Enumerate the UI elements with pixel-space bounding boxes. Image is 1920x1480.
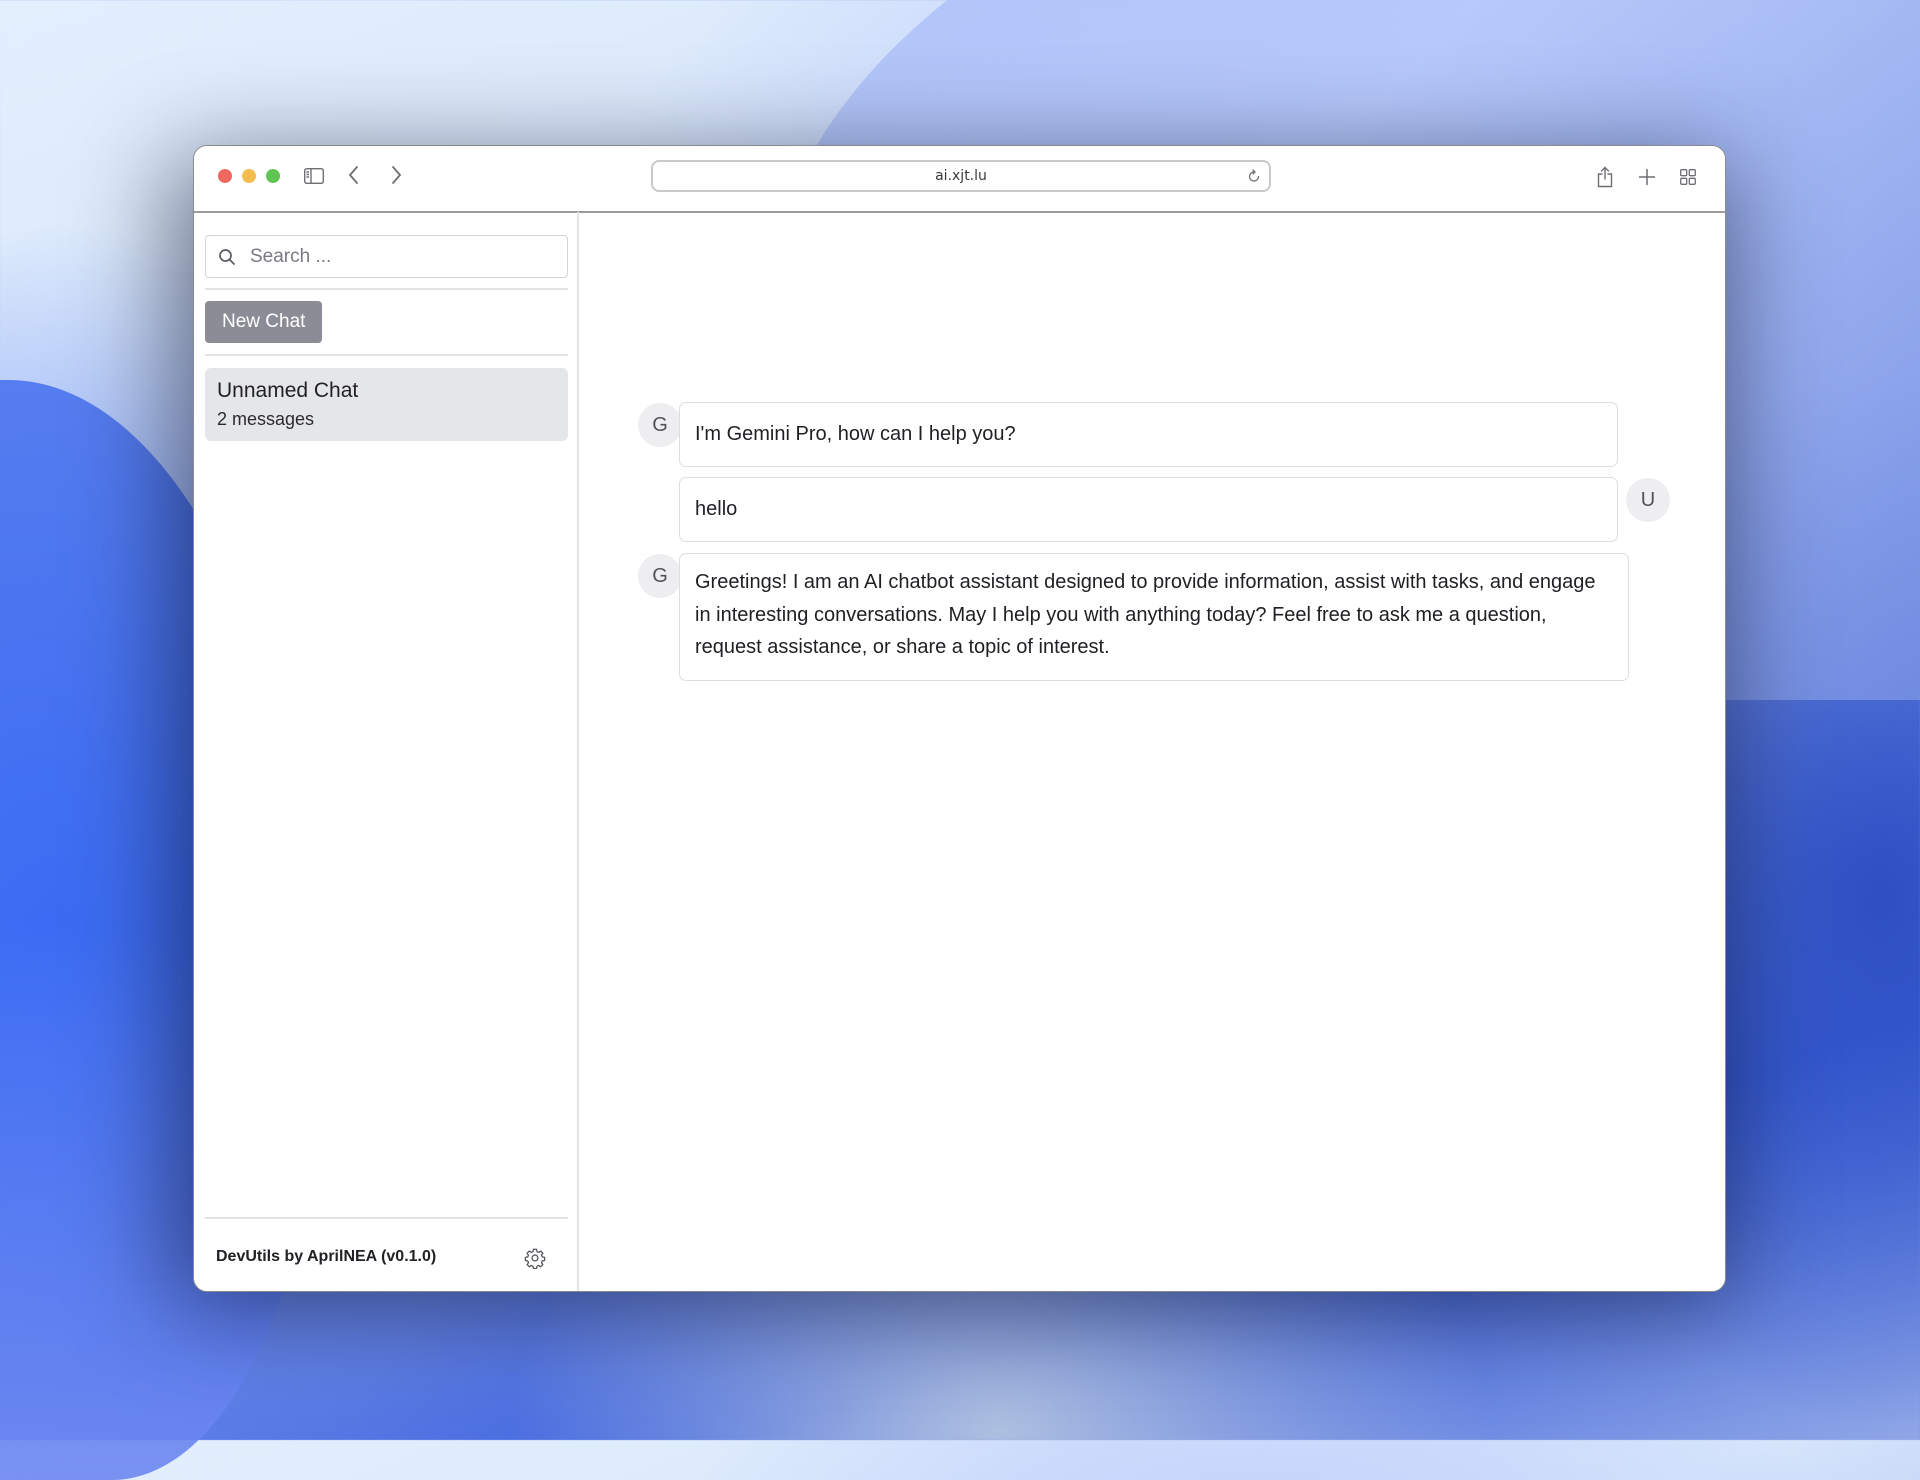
user-message: hello bbox=[679, 477, 1618, 542]
search-input[interactable] bbox=[248, 244, 567, 269]
divider bbox=[205, 1217, 568, 1219]
share-icon[interactable] bbox=[1596, 166, 1614, 188]
chevron-left-icon[interactable] bbox=[344, 162, 364, 188]
message-text: Greetings! I am an AI chatbot assistant … bbox=[695, 571, 1596, 658]
minimize-window-button[interactable] bbox=[242, 169, 256, 183]
app-version-label: DevUtils by AprilNEA (v0.1.0) bbox=[216, 1248, 437, 1265]
sidebar: New Chat Unnamed Chat 2 messages DevUtil… bbox=[194, 212, 579, 1291]
chat-title: Unnamed Chat bbox=[217, 379, 359, 402]
sidebar-icon[interactable] bbox=[304, 168, 324, 184]
search-icon bbox=[219, 248, 235, 265]
address-bar[interactable]: ai.xjt.lu bbox=[651, 160, 1271, 192]
message-text: I'm Gemini Pro, how can I help you? bbox=[695, 423, 1016, 445]
maximize-window-button[interactable] bbox=[266, 169, 280, 183]
grid-icon[interactable] bbox=[1680, 169, 1696, 185]
url-text: ai.xjt.lu bbox=[935, 168, 987, 184]
assistant-message: I'm Gemini Pro, how can I help you? bbox=[679, 402, 1618, 467]
assistant-message: Greetings! I am an AI chatbot assistant … bbox=[679, 553, 1629, 681]
message-text: hello bbox=[695, 498, 738, 520]
user-avatar: U bbox=[1626, 478, 1670, 522]
plus-icon[interactable] bbox=[1638, 168, 1656, 186]
browser-toolbar: ai.xjt.lu bbox=[194, 146, 1725, 213]
assistant-avatar: G bbox=[638, 554, 682, 598]
close-window-button[interactable] bbox=[218, 169, 232, 183]
chat-list-item[interactable]: Unnamed Chat 2 messages bbox=[205, 368, 568, 441]
assistant-avatar: G bbox=[638, 403, 682, 447]
chevron-right-icon[interactable] bbox=[386, 162, 406, 188]
reload-icon[interactable] bbox=[1247, 169, 1261, 183]
search-box[interactable] bbox=[205, 235, 568, 278]
browser-window: ai.xjt.lu New Chat bbox=[193, 145, 1726, 1292]
new-chat-button[interactable]: New Chat bbox=[205, 301, 323, 343]
chat-message-count: 2 messages bbox=[217, 409, 315, 429]
divider bbox=[205, 288, 568, 290]
gear-icon[interactable] bbox=[524, 1247, 546, 1269]
chat-panel: G I'm Gemini Pro, how can I help you? he… bbox=[579, 212, 1725, 1291]
divider bbox=[205, 354, 568, 356]
